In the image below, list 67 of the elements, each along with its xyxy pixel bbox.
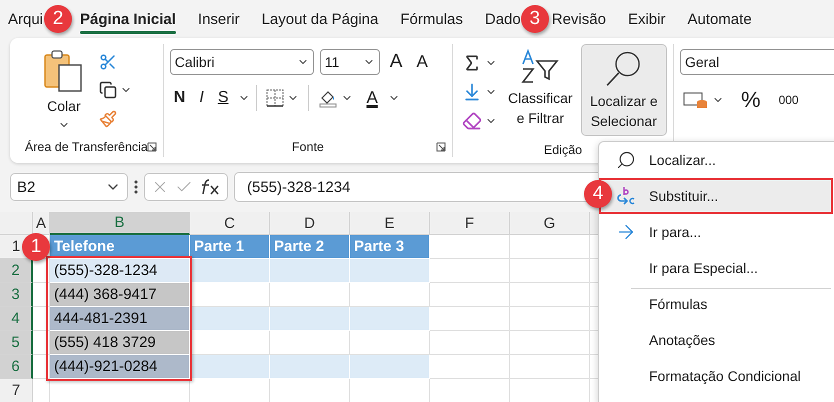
row-header[interactable]: 2 (0, 259, 33, 283)
header-cell: Parte 2 (270, 235, 350, 259)
bold-button[interactable]: N (170, 87, 190, 109)
row-header[interactable]: 3 (0, 283, 33, 307)
menu-item[interactable]: Anotações (599, 322, 833, 358)
group-label: Área de Transferência (24, 139, 148, 156)
column-header[interactable]: E (350, 212, 430, 235)
ribbon-tab[interactable]: Fórmulas (389, 0, 474, 38)
thousands-button[interactable]: 000 (774, 91, 803, 109)
percent-button[interactable]: % (737, 85, 765, 115)
paste-button[interactable]: Colar (38, 44, 90, 137)
font-color-button[interactable]: A (362, 86, 382, 110)
column-header[interactable]: A (33, 212, 50, 235)
decrease-font-button[interactable]: A (412, 50, 432, 74)
number-format-select[interactable]: Geral (680, 49, 834, 75)
table-cell: (555)-328-1234 (50, 259, 190, 283)
font-size-select[interactable]: 11 (320, 49, 380, 75)
accounting-format-icon (683, 90, 709, 110)
column-header[interactable]: F (430, 212, 510, 235)
name-box[interactable]: B2 (10, 173, 128, 201)
menu-item[interactable]: Formatação Condicional (599, 358, 833, 394)
column-header[interactable]: B (50, 212, 190, 235)
table-cell: (444)-921-0284 (50, 355, 190, 379)
more-icon (134, 179, 138, 195)
menu-item[interactable]: Ir para Especial... (599, 250, 833, 286)
eraser-icon (462, 111, 482, 132)
find-select-button[interactable]: Localizar e Selecionar (580, 44, 667, 136)
ribbon-tab[interactable]: Exibir (616, 0, 676, 38)
ribbon-tab[interactable]: Dado (474, 0, 521, 38)
italic-button[interactable]: I (195, 87, 208, 109)
scissors-icon (98, 53, 117, 72)
table-cell: (555) 418 3729 (50, 331, 190, 355)
font-name-select[interactable]: Calibri (170, 49, 314, 75)
table-cell: (444) 368-9417 (50, 283, 190, 307)
ribbon-tab[interactable]: Revisão (548, 0, 617, 38)
row-header[interactable]: 5 (0, 331, 33, 355)
step-badge: 3 (520, 5, 549, 33)
step-badge: 2 (44, 5, 72, 33)
ribbon-tab[interactable]: Layout da Página (250, 0, 390, 38)
ribbon-tab[interactable]: Automate (676, 0, 763, 38)
header-cell: Parte 3 (350, 235, 430, 259)
sort-filter-icon (520, 49, 560, 85)
ribbon-tab[interactable]: Inserir (186, 0, 251, 38)
menu-item[interactable]: Ir para... (599, 214, 833, 250)
header-cell: Parte 1 (190, 235, 270, 259)
launcher-icon[interactable] (146, 142, 157, 152)
table-cell: 444-481-2391 (50, 307, 190, 331)
brush-icon (98, 110, 117, 128)
replace-icon (615, 186, 637, 206)
header-cell: Telefone (50, 235, 190, 259)
function-icon[interactable] (199, 178, 221, 196)
column-header[interactable]: D (270, 212, 350, 235)
copy-icon (98, 81, 117, 100)
launcher-icon[interactable] (436, 142, 446, 152)
sort-filter-button[interactable]: Classificar e Filtrar (504, 44, 577, 133)
borders-icon (266, 89, 284, 107)
increase-font-button[interactable]: A (386, 49, 406, 75)
row-header[interactable]: 7 (0, 379, 33, 402)
group-label: Fonte (292, 139, 324, 156)
row-header[interactable]: 4 (0, 307, 33, 331)
column-header[interactable]: G (510, 212, 590, 235)
search-icon (616, 150, 636, 170)
group-label: Edição (544, 142, 582, 159)
column-header[interactable]: C (190, 212, 270, 235)
underline-button[interactable]: S (214, 87, 232, 109)
row-header[interactable]: 6 (0, 355, 33, 379)
ribbon-tab[interactable]: Arqui (0, 0, 44, 38)
